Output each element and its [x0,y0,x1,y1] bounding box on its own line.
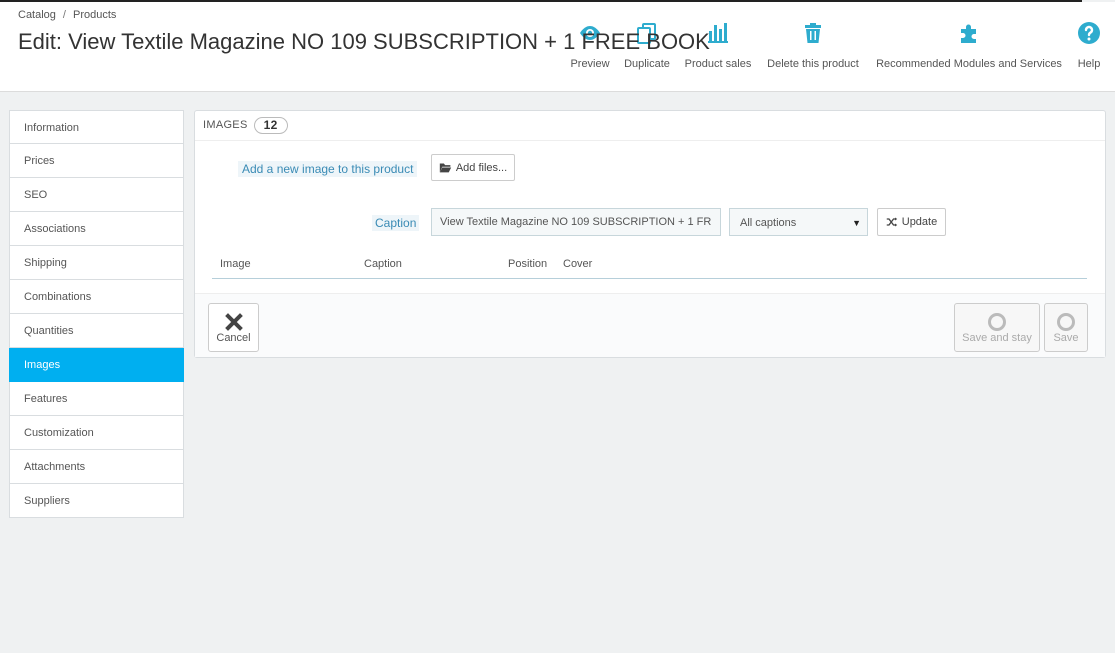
column-caption: Caption [364,258,402,270]
save-and-stay-button[interactable]: Save and stay [954,303,1040,352]
tab-information[interactable]: Information [9,110,184,144]
folder-open-icon [439,163,451,173]
recommended-modules-button[interactable]: Recommended Modules and Services [873,20,1065,74]
product-tabs: Information Prices SEO Associations Ship… [9,110,184,518]
close-icon [224,313,243,331]
panel-footer: Cancel Save and stay Save [195,293,1105,357]
save-button[interactable]: Save [1044,303,1088,352]
tab-combinations[interactable]: Combinations [9,280,184,314]
page-title: Edit: View Textile Magazine NO 109 SUBSC… [18,29,710,54]
caret-down-icon: ▼ [852,218,861,228]
recommended-modules-label: Recommended Modules and Services [876,58,1062,70]
column-cover: Cover [563,258,593,270]
add-files-label: Add files... [455,161,508,174]
tab-attachments[interactable]: Attachments [9,450,184,484]
preview-label: Preview [570,58,610,70]
save-and-stay-label: Save and stay [962,332,1032,344]
cancel-label: Cancel [216,332,251,344]
puzzle-icon [961,24,976,43]
column-position: Position [508,258,548,270]
breadcrumb-separator: / [62,9,66,21]
spinner-icon [988,313,1006,331]
tab-prices[interactable]: Prices [9,144,184,178]
tab-features[interactable]: Features [9,382,184,416]
delete-product-label: Delete this product [767,58,859,70]
save-label: Save [1053,332,1079,344]
spinner-icon [1057,313,1075,331]
column-image: Image [220,258,251,270]
tab-quantities[interactable]: Quantities [9,314,184,348]
caption-label: Caption [372,215,420,231]
breadcrumb-products[interactable]: Products [73,9,116,21]
tab-customization[interactable]: Customization [9,416,184,450]
captions-select-value: All captions [740,217,797,229]
help-label: Help [1077,58,1101,70]
images-count-badge: 12 [253,116,288,134]
images-panel-heading: IMAGES 12 [195,111,1105,141]
tab-seo[interactable]: SEO [9,178,184,212]
tab-images[interactable]: Images [9,348,184,382]
images-heading: IMAGES [203,119,248,131]
images-panel: IMAGES 12 Add a new image to this product… [194,110,1106,358]
images-table-header: Image Caption Position Cover [212,253,1087,279]
cancel-button[interactable]: Cancel [208,303,259,352]
breadcrumb-catalog[interactable]: Catalog [18,9,56,21]
captions-select[interactable]: All captions ▼ [729,208,868,236]
help-button[interactable]: Help [1075,20,1103,74]
help-icon [1078,22,1100,44]
tab-suppliers[interactable]: Suppliers [9,484,184,518]
update-button[interactable]: Update [877,208,946,236]
trash-icon [805,23,821,43]
tab-associations[interactable]: Associations [9,212,184,246]
tab-shipping[interactable]: Shipping [9,246,184,280]
caption-input[interactable] [431,208,721,236]
product-sales-label: Product sales [684,58,752,70]
breadcrumb: Catalog / Products [18,9,116,21]
shuffle-icon [886,217,897,227]
add-image-label: Add a new image to this product [238,161,418,177]
update-label: Update [901,216,938,228]
delete-product-button[interactable]: Delete this product [764,20,862,74]
duplicate-label: Duplicate [624,58,670,70]
page-header: Catalog / Products Preview Duplicate Produ… [0,2,1115,92]
add-files-button[interactable]: Add files... [431,154,515,181]
